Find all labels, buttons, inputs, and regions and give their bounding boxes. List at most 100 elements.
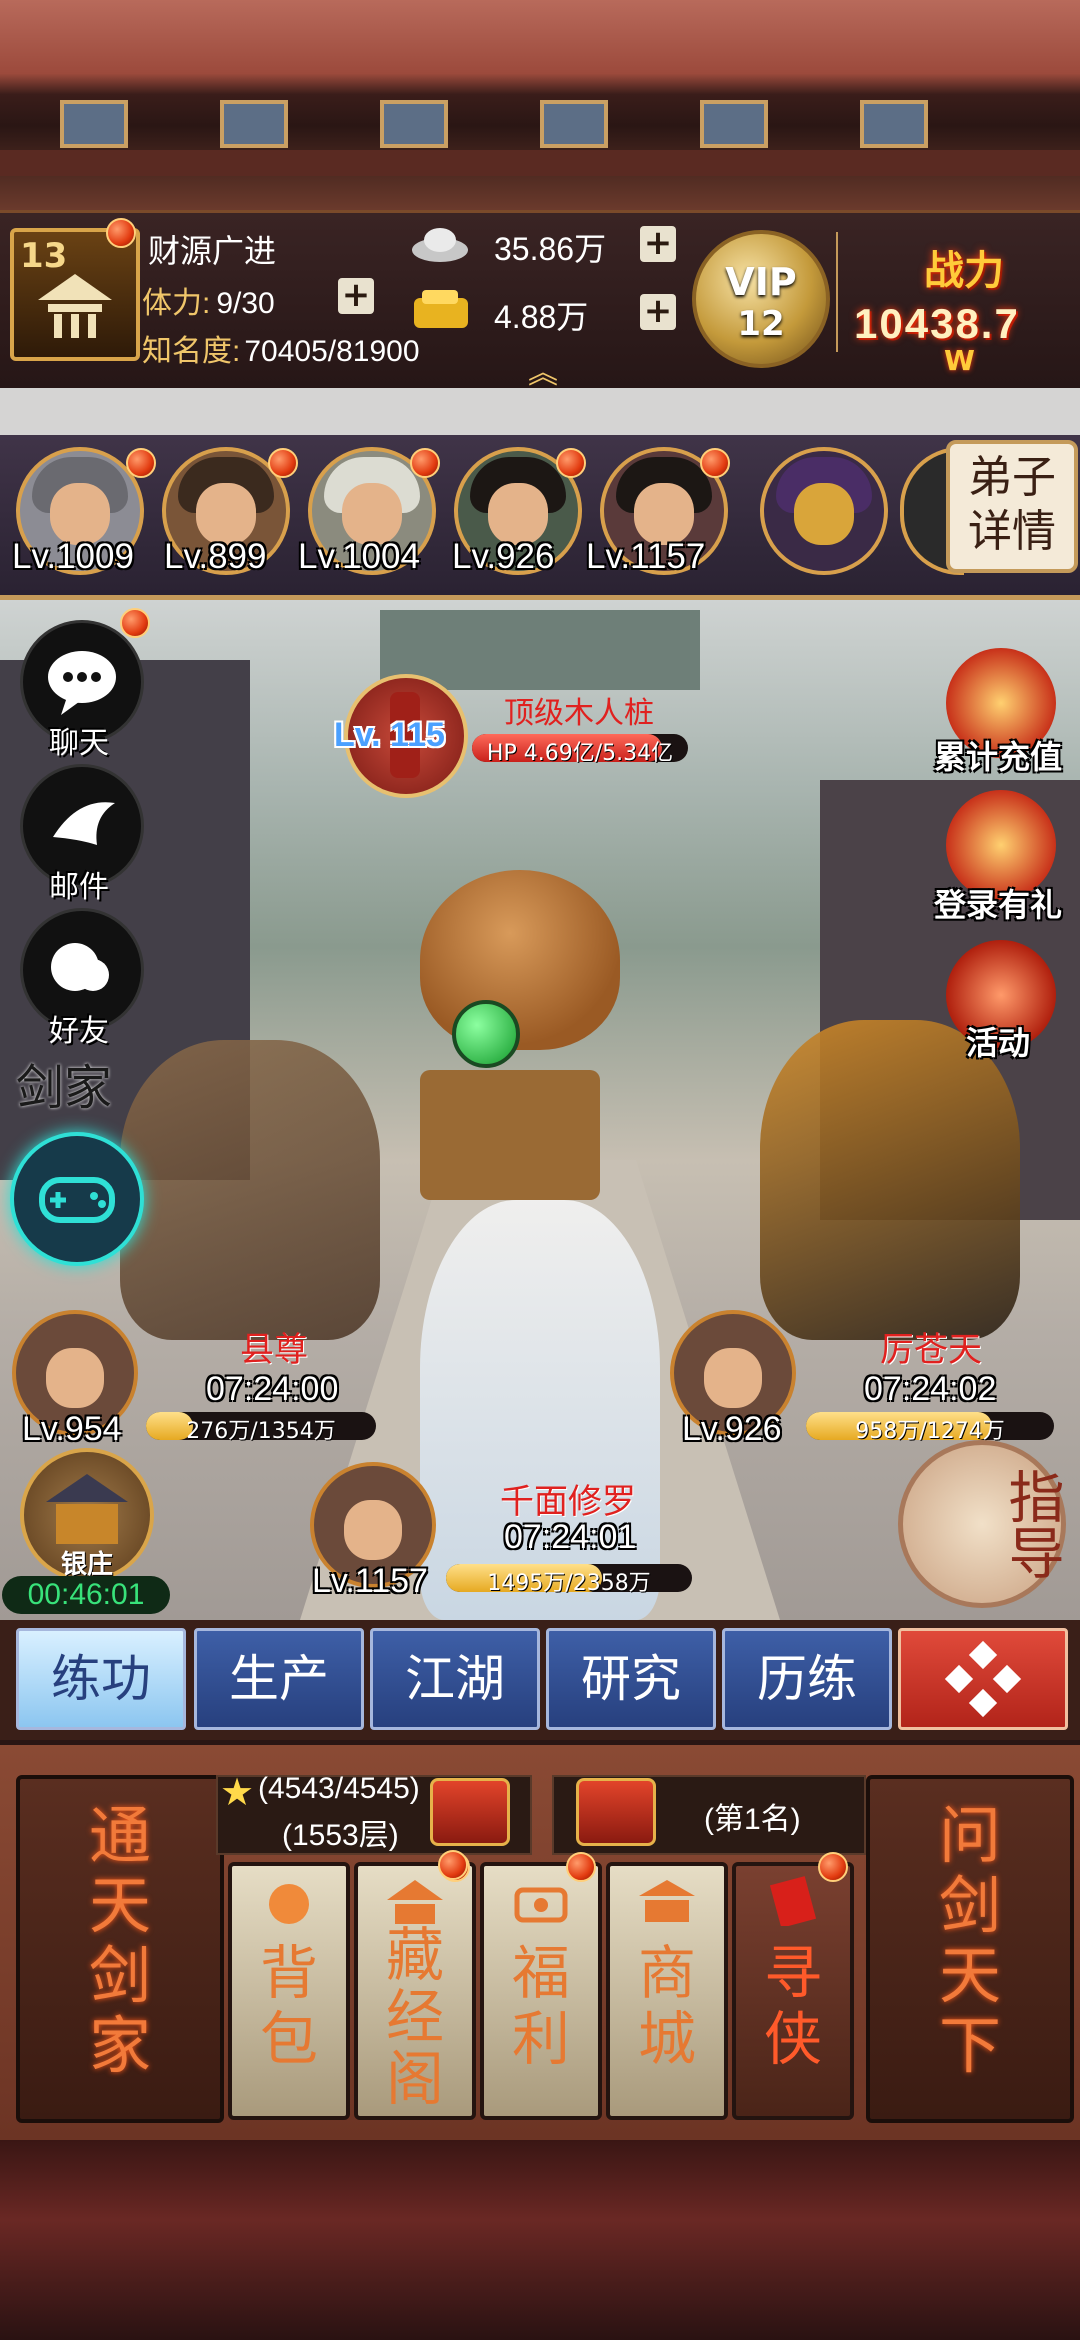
- game-center-button[interactable]: [10, 1132, 144, 1266]
- tongtian-sword-clan-card[interactable]: 通 天 剑 家: [16, 1775, 224, 2123]
- card-char: 包: [259, 2005, 318, 2073]
- enemy-name: 县尊: [240, 1330, 308, 1370]
- golden-toad-statue: [420, 870, 620, 1050]
- tower-progress: (4543/4545): [258, 1772, 420, 1805]
- sword-clan-button[interactable]: 剑家: [16, 1048, 112, 1118]
- guide-label: 指导: [999, 1468, 1064, 1580]
- fame-value: 70405/81900: [244, 335, 420, 368]
- notification-dot: [126, 448, 156, 478]
- expand-chevron-icon[interactable]: ︽: [528, 348, 558, 392]
- enemy-name: 千面修罗: [500, 1482, 636, 1522]
- star-icon: ★: [220, 1770, 255, 1814]
- card-char: 侠: [763, 2005, 822, 2073]
- disciple-avatar[interactable]: [760, 447, 888, 575]
- tab-training[interactable]: 历练: [722, 1628, 892, 1730]
- bank-button[interactable]: 银庄: [20, 1448, 154, 1582]
- roof-window: [60, 100, 128, 148]
- fighter-hp-text: 1495万/2358万: [487, 1571, 651, 1596]
- tab-more-button[interactable]: [898, 1628, 1068, 1730]
- disciple-level: Lv.899: [164, 537, 267, 576]
- vip-badge[interactable]: VIP 12: [692, 230, 830, 368]
- combat-power[interactable]: 战力 10438.7 W: [852, 238, 1072, 378]
- fame-label: 知名度:: [142, 335, 241, 368]
- fighter-hp-text: 276万/1354万: [186, 1419, 336, 1444]
- tab-practice[interactable]: 练功: [16, 1628, 186, 1730]
- card-char: 天: [938, 1939, 1001, 2012]
- wenjian-tianxia-card[interactable]: 问 剑 天 下: [866, 1775, 1074, 2123]
- enemy-name: 厉苍天: [880, 1330, 982, 1370]
- tab-research[interactable]: 研究: [546, 1628, 716, 1730]
- power-value: 10438.7: [854, 300, 1020, 348]
- notification-dot: [556, 448, 586, 478]
- stamina: 体力: 9/30: [142, 278, 275, 322]
- add-gold-button[interactable]: +: [640, 294, 676, 330]
- login-reward-label: 登录有礼: [933, 886, 1062, 924]
- separator-strip: [0, 388, 1080, 435]
- notification-dot: [438, 1850, 468, 1880]
- gift-box-icon[interactable]: [576, 1778, 656, 1846]
- card-char: 天: [88, 1869, 151, 1942]
- friends-label: 好友: [49, 1014, 109, 1049]
- notification-dot: [268, 448, 298, 478]
- add-stamina-button[interactable]: +: [338, 278, 374, 314]
- disciple-details-button[interactable]: 弟子 详情: [946, 440, 1078, 573]
- guide-button[interactable]: 指导: [898, 1440, 1066, 1608]
- card-char: 藏: [385, 1921, 444, 1989]
- roof-window: [700, 100, 768, 148]
- vip-label: VIP: [725, 260, 797, 304]
- face: [342, 483, 402, 545]
- disciple-level: Lv.1157: [586, 537, 706, 576]
- scripture-pavilion-card[interactable]: 藏 经 阁: [354, 1852, 476, 2120]
- silver-ingot-icon: [412, 228, 468, 262]
- vip-level: 12: [737, 304, 785, 344]
- seek-hero-card[interactable]: 寻 侠: [732, 1852, 854, 2120]
- disciple-level: Lv.1009: [12, 537, 134, 576]
- fighter-level: Lv.1157: [312, 1562, 428, 1600]
- boss-hp-bar: HP 4.69亿/5.34亿: [472, 734, 688, 766]
- gold-ingot-icon: [414, 290, 468, 328]
- backpack-card[interactable]: 背 包: [228, 1862, 350, 2120]
- tab-jianghu[interactable]: 江湖: [370, 1628, 540, 1730]
- roof-window: [220, 100, 288, 148]
- tab-production[interactable]: 生产: [194, 1628, 364, 1730]
- power-decimal: 8.7: [955, 300, 1020, 347]
- fighter-left: [120, 1040, 380, 1340]
- recharge-label: 累计充值: [933, 738, 1062, 776]
- gamepad-icon: [39, 1177, 115, 1223]
- card-char: 福: [511, 1939, 570, 2007]
- card-char: 寻: [763, 1939, 822, 2007]
- shop-icon: [639, 1880, 695, 1922]
- stamina-label: 体力:: [142, 287, 211, 320]
- roof-beam: [0, 150, 1080, 176]
- bag-icon: [269, 1884, 309, 1924]
- rank-label: (第1名): [704, 1803, 801, 1836]
- fighter-center: [420, 1200, 660, 1620]
- fighter-hp-bar: 276万/1354万: [146, 1412, 376, 1444]
- card-char: 下: [938, 2009, 1001, 2082]
- fighter-level: Lv.926: [682, 1410, 782, 1448]
- disciple-level: Lv.926: [452, 537, 555, 576]
- jade-gem: [452, 1000, 520, 1068]
- battle-timer: 07:24:02: [864, 1370, 997, 1408]
- chat-label: 聊天: [49, 726, 109, 761]
- shop-card[interactable]: 商 城: [606, 1862, 728, 2120]
- divider: [836, 232, 838, 352]
- face: [344, 1500, 402, 1560]
- notification-dot: [700, 448, 730, 478]
- fighter-hp-bar: 1495万/2358万: [446, 1564, 692, 1596]
- card-char: 经: [385, 1983, 444, 2051]
- power-label: 战力: [924, 248, 1004, 294]
- add-silver-button[interactable]: +: [640, 226, 676, 262]
- player-level-badge[interactable]: 13: [10, 218, 140, 361]
- stamina-value: 9/30: [216, 287, 275, 320]
- roof-window: [380, 100, 448, 148]
- welfare-card[interactable]: 福 利: [480, 1852, 602, 2120]
- fame: 知名度: 70405/81900: [142, 326, 420, 370]
- coin-icon: [514, 1887, 568, 1923]
- card-char: 通: [88, 1799, 151, 1872]
- boss-name: 顶级木人桩: [504, 696, 654, 731]
- gift-box-icon[interactable]: [430, 1778, 510, 1846]
- power-number: 1043: [854, 300, 956, 347]
- card-char: 商: [637, 1939, 696, 2007]
- card-char: 剑: [88, 1939, 151, 2012]
